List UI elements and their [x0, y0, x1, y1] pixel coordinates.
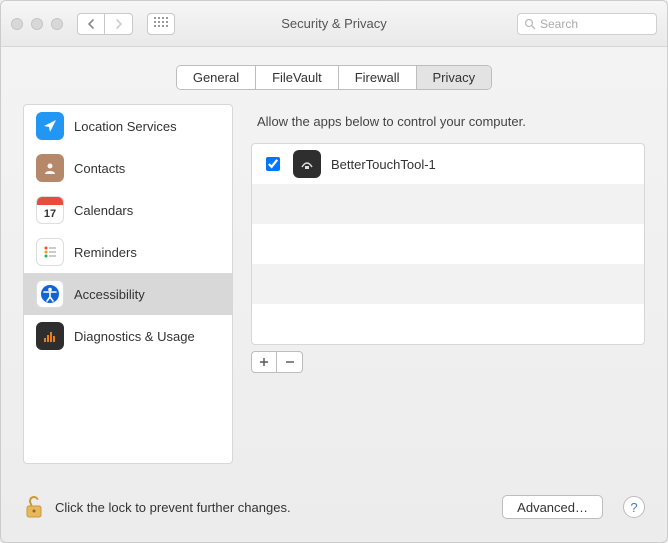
toolbar: Security & Privacy Search — [1, 1, 667, 47]
search-icon — [524, 18, 536, 30]
show-all-button[interactable] — [147, 13, 175, 35]
diagnostics-icon — [36, 322, 64, 350]
tab-general[interactable]: General — [177, 66, 256, 89]
preferences-window: Security & Privacy Search General FileVa… — [0, 0, 668, 543]
app-row-empty — [252, 184, 644, 224]
contacts-icon — [36, 154, 64, 182]
help-button[interactable]: ? — [623, 496, 645, 518]
sidebar-item-contacts[interactable]: Contacts — [24, 147, 232, 189]
sidebar-item-accessibility[interactable]: Accessibility — [24, 273, 232, 315]
lock-button[interactable] — [23, 494, 45, 520]
chevron-left-icon — [87, 19, 95, 29]
search-placeholder: Search — [540, 17, 578, 31]
nav-buttons — [77, 13, 133, 35]
calendar-day: 17 — [37, 205, 63, 223]
add-app-button[interactable] — [251, 351, 277, 373]
sidebar-item-label: Calendars — [74, 203, 133, 218]
footer: Click the lock to prevent further change… — [1, 486, 667, 542]
plus-icon — [259, 357, 269, 367]
forward-button[interactable] — [105, 13, 133, 35]
window-title: Security & Privacy — [281, 16, 386, 31]
minimize-window-button[interactable] — [31, 18, 43, 30]
tab-privacy[interactable]: Privacy — [417, 66, 492, 89]
chevron-right-icon — [115, 19, 123, 29]
help-icon: ? — [630, 500, 637, 515]
tab-filevault[interactable]: FileVault — [256, 66, 339, 89]
location-icon — [36, 112, 64, 140]
zoom-window-button[interactable] — [51, 18, 63, 30]
app-row-empty — [252, 304, 644, 344]
grid-icon — [154, 17, 168, 31]
panel-hint-text: Allow the apps below to control your com… — [251, 104, 645, 143]
close-window-button[interactable] — [11, 18, 23, 30]
sidebar-item-label: Contacts — [74, 161, 125, 176]
reminders-icon — [36, 238, 64, 266]
search-input[interactable]: Search — [517, 13, 657, 35]
app-row-empty — [252, 224, 644, 264]
content-area: Location Services Contacts 17 Calendars — [1, 104, 667, 486]
app-icon — [293, 150, 321, 178]
advanced-button[interactable]: Advanced… — [502, 495, 603, 519]
lock-open-icon — [24, 494, 44, 520]
sidebar-item-location-services[interactable]: Location Services — [24, 105, 232, 147]
app-permission-list: BetterTouchTool-1 — [251, 143, 645, 345]
tab-firewall[interactable]: Firewall — [339, 66, 417, 89]
sidebar-item-label: Reminders — [74, 245, 137, 260]
calendar-icon: 17 — [36, 196, 64, 224]
app-row-empty — [252, 264, 644, 304]
accessibility-icon — [36, 280, 64, 308]
tab-bar: General FileVault Firewall Privacy — [1, 47, 667, 104]
sidebar-item-label: Location Services — [74, 119, 177, 134]
app-name-label: BetterTouchTool-1 — [331, 157, 436, 172]
sidebar-item-calendars[interactable]: 17 Calendars — [24, 189, 232, 231]
window-controls — [11, 18, 63, 30]
sidebar-item-diagnostics[interactable]: Diagnostics & Usage — [24, 315, 232, 357]
sidebar-item-reminders[interactable]: Reminders — [24, 231, 232, 273]
privacy-category-list: Location Services Contacts 17 Calendars — [23, 104, 233, 464]
sidebar-item-label: Diagnostics & Usage — [74, 329, 195, 344]
back-button[interactable] — [77, 13, 105, 35]
app-enabled-checkbox[interactable] — [266, 157, 280, 171]
minus-icon — [285, 357, 295, 367]
remove-app-button[interactable] — [277, 351, 303, 373]
lock-hint-text: Click the lock to prevent further change… — [55, 500, 291, 515]
add-remove-bar — [251, 351, 645, 373]
main-panel: Allow the apps below to control your com… — [251, 104, 645, 464]
sidebar-item-label: Accessibility — [74, 287, 145, 302]
app-row[interactable]: BetterTouchTool-1 — [252, 144, 644, 184]
